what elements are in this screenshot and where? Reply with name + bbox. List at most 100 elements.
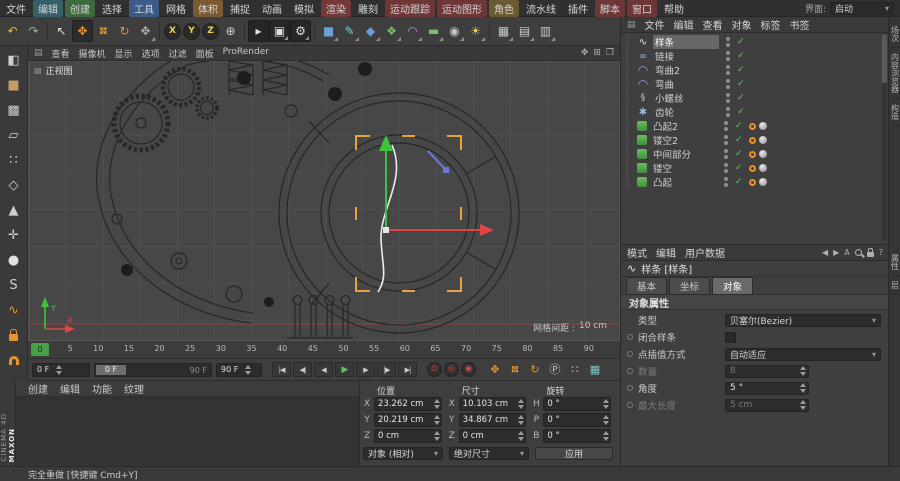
object-type-icon[interactable]	[637, 177, 647, 187]
object-tags[interactable]	[749, 150, 767, 158]
attribute-dropdown[interactable]: 自动适应	[725, 347, 881, 361]
keyframe-dot-icon[interactable]	[627, 402, 633, 408]
keyframe-dot-icon[interactable]	[627, 334, 633, 340]
edges-mode-icon[interactable]: ◇	[1, 173, 27, 198]
object-row[interactable]: 弯曲2	[627, 63, 888, 77]
attribute-menu-item[interactable]: 用户数据	[685, 245, 725, 260]
render-settings-icon[interactable]: ⚙	[290, 20, 311, 42]
viewport-menu-item[interactable]: 摄像机	[79, 47, 106, 60]
pan-view-icon[interactable]: ✥	[581, 48, 589, 58]
stepper-icon[interactable]	[600, 431, 609, 441]
phong-tag-icon[interactable]	[759, 136, 767, 144]
menu-item[interactable]: 体积	[193, 0, 223, 17]
viewport-menu-item[interactable]: ProRender	[223, 47, 269, 60]
maximize-view-icon[interactable]: ❐	[606, 48, 614, 58]
help-icon[interactable]: ?	[879, 248, 883, 257]
z-axis-lock-icon[interactable]: Z	[202, 22, 219, 40]
object-name[interactable]: 链接	[653, 49, 719, 63]
key-scale-icon[interactable]: ✥	[506, 362, 524, 378]
camera-icon[interactable]: ◉	[444, 20, 465, 42]
attribute-tab[interactable]: 基本	[626, 276, 668, 295]
model-mode-icon[interactable]: ■	[1, 73, 27, 98]
object-name[interactable]: 小螺丝	[653, 91, 719, 105]
object-name[interactable]: 弯曲	[653, 77, 719, 91]
object-manager-menu-item[interactable]: 书签	[790, 17, 810, 32]
undo-icon[interactable]: ↶	[2, 20, 23, 42]
coord-system-icon[interactable]: ⊕	[220, 20, 241, 42]
enabled-check-icon[interactable]	[737, 65, 747, 75]
enabled-check-icon[interactable]	[737, 79, 747, 89]
enabled-check-icon[interactable]	[737, 107, 747, 117]
object-type-icon[interactable]	[637, 149, 647, 159]
stepper-icon[interactable]	[53, 365, 62, 375]
object-name[interactable]: 齿轮	[653, 105, 719, 119]
size-input[interactable]: 0 cm	[458, 429, 527, 443]
viewport-solo-icon[interactable]: ●	[1, 248, 27, 273]
rotate-tool-icon[interactable]: ↻	[114, 20, 135, 42]
visibility-dots[interactable]	[723, 51, 733, 61]
play-button[interactable]: ▶	[335, 362, 354, 377]
menu-item[interactable]: 文件	[1, 0, 31, 17]
enabled-check-icon[interactable]	[735, 163, 745, 173]
menu-item[interactable]: 捕捉	[225, 0, 255, 17]
stepper-icon[interactable]	[515, 431, 524, 441]
dock-tab[interactable]: 属性	[889, 249, 900, 276]
array-generator-icon[interactable]: ❖	[381, 20, 402, 42]
object-manager-menu-item[interactable]: 对象	[732, 17, 752, 32]
size-mode-dropdown[interactable]: 绝对尺寸	[449, 447, 529, 460]
menu-item[interactable]: 脚本	[595, 0, 625, 17]
attribute-dropdown[interactable]: 贝塞尔(Bezier)	[725, 313, 881, 327]
attribute-number-field[interactable]: 5 °	[725, 381, 809, 395]
menu-item[interactable]: 网格	[161, 0, 191, 17]
end-frame-field[interactable]: 90 F	[216, 362, 262, 377]
viewport-menu-item[interactable]: 选项	[142, 47, 160, 60]
menu-item[interactable]: 流水线	[521, 0, 561, 17]
position-input[interactable]: 20.219 cm	[374, 413, 442, 427]
size-input[interactable]: 34.867 cm	[458, 413, 527, 427]
object-type-icon[interactable]	[637, 163, 647, 173]
slider-handle[interactable]: 0 F	[96, 364, 126, 375]
object-row[interactable]: 中间部分	[627, 147, 888, 161]
record-options-button[interactable]: ◉	[461, 362, 476, 377]
object-manager-menu-item[interactable]: 查看	[703, 17, 723, 32]
menu-item[interactable]: 帮助	[659, 0, 689, 17]
view-label[interactable]: ▤ 正视图	[34, 64, 73, 77]
visibility-dots[interactable]	[721, 149, 731, 159]
attribute-menu-item[interactable]: 模式	[627, 245, 647, 260]
stepper-icon[interactable]	[431, 415, 440, 425]
visibility-dots[interactable]	[723, 65, 733, 75]
snap-magnet-icon[interactable]	[1, 348, 27, 373]
object-row[interactable]: 凸起2	[627, 119, 888, 133]
nav-back-icon[interactable]: ◀	[822, 248, 828, 257]
visibility-dots[interactable]	[721, 163, 731, 173]
size-input[interactable]: 10.103 cm	[458, 397, 527, 411]
attribute-checkbox[interactable]	[725, 331, 736, 343]
dock-tab[interactable]: 层	[889, 276, 900, 295]
menu-item[interactable]: 运动图形	[437, 0, 487, 17]
menu-item[interactable]: 动画	[257, 0, 287, 17]
grid-quantize-icon[interactable]: ▤	[514, 20, 535, 42]
object-type-icon[interactable]	[637, 135, 647, 145]
selection-tag-icon[interactable]	[749, 122, 756, 130]
texture-mode-icon[interactable]: ▩	[1, 98, 27, 123]
material-menu-item[interactable]: 编辑	[60, 381, 80, 396]
viewport-menu-item[interactable]: 面板	[196, 47, 214, 60]
visibility-dots[interactable]	[723, 37, 733, 47]
goto-start-button[interactable]: |◀	[272, 362, 291, 377]
keyframe-dot-icon[interactable]	[627, 385, 633, 391]
recent-tool-icon[interactable]: ✥	[135, 20, 156, 42]
dock-tab[interactable]: 构造	[889, 99, 900, 126]
object-row[interactable]: 齿轮	[627, 105, 888, 119]
object-row[interactable]: 链接	[627, 49, 888, 63]
key-pla-icon[interactable]: ∷	[566, 362, 584, 378]
menu-item[interactable]: 角色	[489, 0, 519, 17]
menu-item[interactable]: 渲染	[321, 0, 351, 17]
material-menu-item[interactable]: 功能	[92, 381, 112, 396]
enabled-check-icon[interactable]	[737, 37, 747, 47]
rotation-input[interactable]: 0 °	[543, 429, 612, 443]
material-menu-item[interactable]: 创建	[28, 381, 48, 396]
visibility-dots[interactable]	[723, 79, 733, 89]
apply-button[interactable]: 应用	[535, 447, 613, 460]
phong-tag-icon[interactable]	[759, 178, 767, 186]
enabled-check-icon[interactable]	[735, 121, 745, 131]
